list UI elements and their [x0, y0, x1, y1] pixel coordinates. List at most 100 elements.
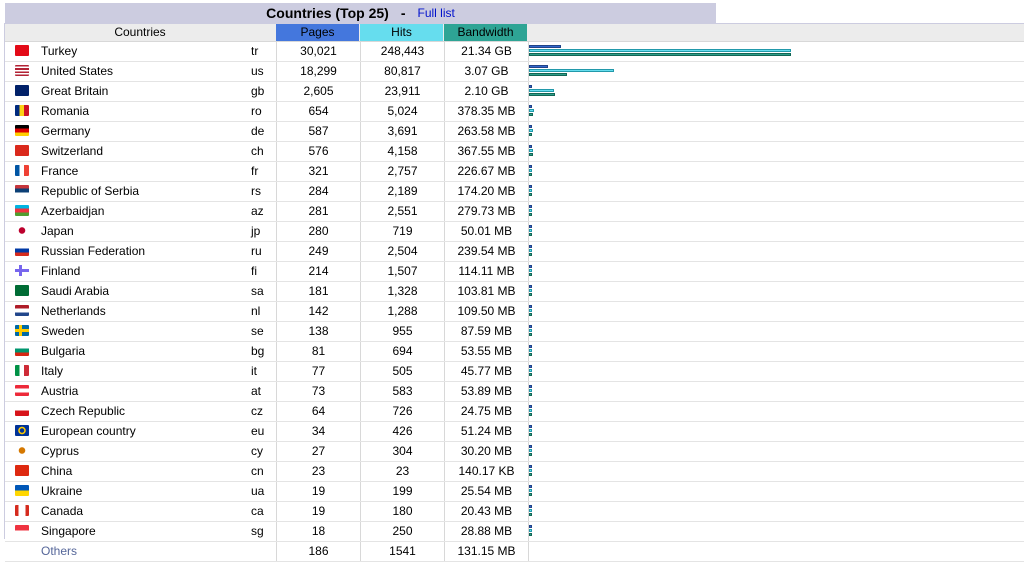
bandwidth-bar [529, 73, 567, 76]
table-row: Russian Federation ru 249 2,504 239.54 MB [5, 242, 1024, 262]
pages-bar [529, 225, 532, 228]
bandwidth-value: 51.24 MB [444, 422, 529, 441]
bandwidth-value: 24.75 MB [444, 402, 529, 421]
country-name: China [41, 464, 73, 478]
full-list-link[interactable]: Full list [417, 6, 454, 20]
hits-bar [529, 69, 614, 72]
table-row: European country eu 34 426 51.24 MB [5, 422, 1024, 442]
hits-value: 304 [360, 442, 444, 461]
hits-bar [529, 89, 554, 92]
bandwidth-value: 174.20 MB [444, 182, 529, 201]
table-row: United States us 18,299 80,817 3.07 GB [5, 62, 1024, 82]
hits-value: 1,328 [360, 282, 444, 301]
pages-value: 19 [276, 502, 360, 521]
pages-bar [529, 505, 532, 508]
country-code: ro [251, 104, 262, 118]
pages-value: 77 [276, 362, 360, 381]
table-row: Cyprus cy 27 304 30.20 MB [5, 442, 1024, 462]
pages-bar [529, 65, 548, 68]
bandwidth-value: 20.43 MB [444, 502, 529, 521]
bulgaria-flag-icon [15, 345, 29, 356]
hits-bar [529, 449, 532, 452]
table-row: China cn 23 23 140.17 KB [5, 462, 1024, 482]
hits-bar [529, 409, 532, 412]
hits-value: 426 [360, 422, 444, 441]
bandwidth-bar [529, 53, 791, 56]
cyprus-flag-icon [15, 445, 29, 456]
bar-graph [529, 483, 1019, 500]
hits-bar [529, 329, 532, 332]
bar-graph [529, 103, 1019, 120]
table-row: Ukraine ua 19 199 25.54 MB [5, 482, 1024, 502]
country-code: jp [251, 224, 261, 238]
singapore-flag-icon [15, 525, 29, 536]
table-row: Republic of Serbia rs 284 2,189 174.20 MB [5, 182, 1024, 202]
table-row: Turkey tr 30,021 248,443 21.34 GB [5, 42, 1024, 62]
hits-bar [529, 229, 532, 232]
bar-graph [529, 403, 1019, 420]
table-row: Netherlands nl 142 1,288 109.50 MB [5, 302, 1024, 322]
hits-value: 2,504 [360, 242, 444, 261]
countries-table: Countries Pages Hits Bandwidth Turkey tr 3… [4, 23, 1024, 562]
table-row: Azerbaidjan az 281 2,551 279.73 MB [5, 202, 1024, 222]
hits-value: 23,911 [360, 82, 444, 101]
pages-value: 142 [276, 302, 360, 321]
bandwidth-bar [529, 513, 532, 516]
bandwidth-bar [529, 493, 532, 496]
bar-graph [529, 423, 1019, 440]
bandwidth-bar [529, 293, 532, 296]
table-row: Czech Republic cz 64 726 24.75 MB [5, 402, 1024, 422]
hits-bar [529, 509, 532, 512]
bar-graph [529, 523, 1019, 540]
table-row: Romania ro 654 5,024 378.35 MB [5, 102, 1024, 122]
bandwidth-value: 30.20 MB [444, 442, 529, 461]
pages-bar [529, 125, 532, 128]
bar-graph [529, 443, 1019, 460]
hits-bar [529, 269, 532, 272]
table-row: Germany de 587 3,691 263.58 MB [5, 122, 1024, 142]
hits-value: 199 [360, 482, 444, 501]
country-name: Azerbaidjan [41, 204, 105, 218]
pages-value: 81 [276, 342, 360, 361]
pages-bar [529, 445, 532, 448]
bar-graph [529, 43, 1019, 60]
table-row: Sweden se 138 955 87.59 MB [5, 322, 1024, 342]
country-code: it [251, 364, 257, 378]
bandwidth-bar [529, 233, 532, 236]
country-code: us [251, 64, 264, 78]
hits-value: 1,288 [360, 302, 444, 321]
hits-bar [529, 249, 532, 252]
country-code: cy [251, 444, 263, 458]
czech-flag-icon [15, 405, 29, 416]
country-name: Turkey [41, 44, 78, 58]
bar-graph [529, 383, 1019, 400]
bandwidth-value: 25.54 MB [444, 482, 529, 501]
others-bandwidth-value: 131.15 MB [444, 542, 529, 561]
saudi-arabia-flag-icon [15, 285, 29, 296]
country-name: Finland [41, 264, 81, 278]
bandwidth-value: 53.89 MB [444, 382, 529, 401]
pages-bar [529, 145, 532, 148]
bar-graph [529, 183, 1019, 200]
country-name: Republic of Serbia [41, 184, 140, 198]
bandwidth-bar [529, 413, 532, 416]
pages-value: 181 [276, 282, 360, 301]
country-name: Great Britain [41, 84, 109, 98]
country-name: Czech Republic [41, 404, 126, 418]
pages-value: 281 [276, 202, 360, 221]
section-title-bar: Countries (Top 25) - Full list [5, 3, 716, 24]
country-name: Singapore [41, 524, 96, 538]
pages-value: 18 [276, 522, 360, 541]
bandwidth-value: 2.10 GB [444, 82, 529, 101]
gb-flag-icon [15, 85, 29, 96]
pages-bar [529, 385, 532, 388]
country-name: Ukraine [41, 484, 83, 498]
country-code: at [251, 384, 262, 398]
sweden-flag-icon [15, 325, 29, 336]
bandwidth-bar [529, 93, 555, 96]
country-code: rs [251, 184, 261, 198]
bandwidth-value: 53.55 MB [444, 342, 529, 361]
ukraine-flag-icon [15, 485, 29, 496]
hits-value: 1,507 [360, 262, 444, 281]
table-header: Countries Pages Hits Bandwidth [5, 24, 1024, 42]
